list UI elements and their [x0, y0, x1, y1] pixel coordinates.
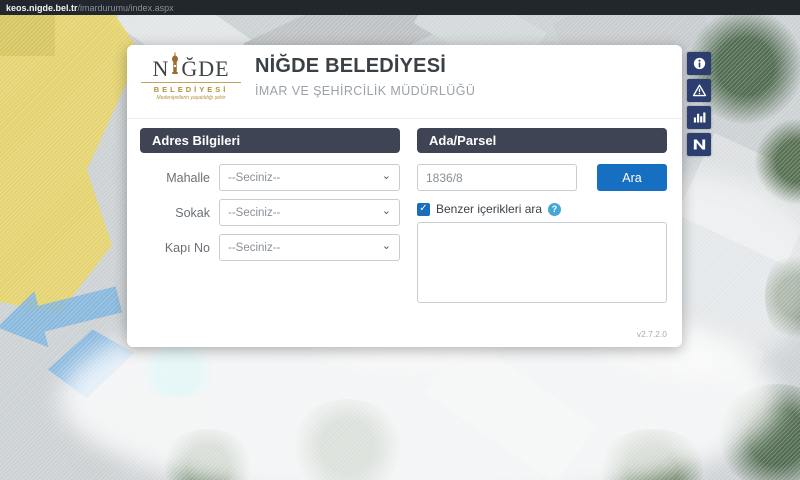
logo-tagline: Medeniyetlerin yaşatıldığı şehir: [141, 95, 241, 101]
ada-parsel-input[interactable]: [417, 164, 577, 191]
version-label: v2.7.2.0: [637, 329, 667, 339]
keos-button[interactable]: [687, 133, 711, 156]
mahalle-row: Mahalle --Seciniz-- ⌄: [140, 164, 400, 191]
logo-letter-n: N: [152, 58, 169, 80]
sokak-label: Sokak: [140, 206, 219, 220]
page-title: NİĞDE BELEDİYESİ: [255, 55, 446, 78]
warning-icon: [692, 83, 707, 98]
help-icon[interactable]: ?: [548, 203, 561, 216]
logo-wordmark: N ĞDE: [141, 52, 241, 80]
page-subtitle: İMAR VE ŞEHİRCİLİK MÜDÜRLÜĞÜ: [255, 84, 475, 98]
nigde-municipality-logo: N ĞDE BELEDİYESİ Medeniyetlerin yaşatıld…: [141, 52, 241, 101]
browser-url-bar[interactable]: keos.nigde.bel.tr/imardurumu/index.aspx: [0, 0, 800, 15]
results-listbox[interactable]: [417, 222, 667, 303]
sokak-row: Sokak --Seciniz-- ⌄: [140, 199, 400, 226]
kapino-select[interactable]: --Seciniz-- ⌄: [219, 234, 400, 261]
similar-content-row: ✓ Benzer içerikleri ara ?: [417, 202, 561, 216]
logo-belediyesi-text: BELEDİYESİ: [141, 82, 241, 94]
logo-letters-gde: ĞDE: [181, 58, 229, 80]
url-path: /imardurumu/index.aspx: [78, 3, 174, 13]
kapino-row: Kapı No --Seciniz-- ⌄: [140, 234, 400, 261]
keos-logo-icon: [692, 137, 707, 152]
chart-button[interactable]: [687, 106, 711, 129]
mahalle-select[interactable]: --Seciniz-- ⌄: [219, 164, 400, 191]
warning-button[interactable]: [687, 79, 711, 102]
app-screen: keos.nigde.bel.tr/imardurumu/index.aspx: [0, 0, 800, 480]
kapino-label: Kapı No: [140, 241, 219, 255]
similar-content-label: Benzer içerikleri ara: [436, 202, 542, 216]
imar-durumu-dialog: N ĞDE BELEDİYESİ Medeniyetlerin yaşatıld…: [127, 45, 682, 347]
sokak-select[interactable]: --Seciniz-- ⌄: [219, 199, 400, 226]
similar-content-checkbox[interactable]: ✓: [417, 203, 430, 216]
info-icon: [692, 56, 707, 71]
mahalle-label: Mahalle: [140, 171, 219, 185]
dialog-header: N ĞDE BELEDİYESİ Medeniyetlerin yaşatıld…: [127, 45, 682, 119]
address-panel-header: Adres Bilgileri: [140, 128, 400, 153]
clock-tower-icon: [170, 52, 180, 80]
parcel-panel-header: Ada/Parsel: [417, 128, 667, 153]
bar-chart-icon: [692, 110, 707, 125]
search-button[interactable]: Ara: [597, 164, 667, 191]
url-host: keos.nigde.bel.tr: [6, 3, 78, 13]
info-button[interactable]: [687, 52, 711, 75]
